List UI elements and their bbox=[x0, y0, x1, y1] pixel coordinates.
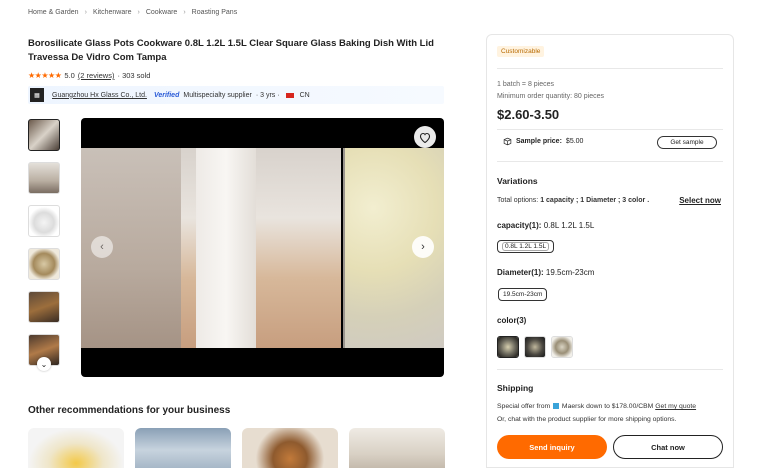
recommendations-row bbox=[28, 428, 445, 468]
china-flag-icon bbox=[285, 92, 294, 98]
heart-icon bbox=[419, 132, 431, 143]
recommendations-title: Other recommendations for your business bbox=[28, 405, 231, 416]
chevron-right-icon: › bbox=[421, 241, 425, 253]
product-title: Borosilicate Glass Pots Cookware 0.8L 1.… bbox=[28, 38, 434, 63]
rating-row: ★★★★★ 5.0 (2 reviews) · 303 sold bbox=[28, 71, 150, 80]
rating-value: 5.0 bbox=[64, 71, 75, 80]
divider bbox=[497, 369, 723, 370]
reviews-link[interactable]: (2 reviews) bbox=[78, 71, 115, 80]
divider bbox=[497, 68, 723, 69]
diameter-value: 19.5cm-23cm bbox=[545, 268, 595, 277]
total-options-label: Total options: bbox=[497, 197, 539, 204]
divider bbox=[497, 129, 723, 130]
capacity-value: 0.8L 1.2L 1.5L bbox=[543, 221, 595, 230]
divider bbox=[497, 161, 723, 162]
select-now-link[interactable]: Select now bbox=[679, 196, 721, 205]
diameter-option[interactable]: 19.5cm-23cm bbox=[498, 288, 548, 301]
variations-title: Variations bbox=[497, 176, 538, 186]
chevron-down-icon[interactable]: ⌄ bbox=[37, 357, 51, 371]
capacity-label: capacity(1): bbox=[497, 221, 542, 230]
shipping-chat-note: Or, chat with the product supplier for m… bbox=[497, 416, 677, 423]
breadcrumb-kitchenware[interactable]: Kitchenware bbox=[93, 9, 132, 16]
thumbnail-strip bbox=[28, 119, 61, 377]
breadcrumb-cookware[interactable]: Cookware bbox=[146, 9, 178, 16]
total-options-value: 1 capacity ; 1 Diameter ; 3 color . bbox=[540, 197, 650, 204]
recommendation-card[interactable] bbox=[135, 428, 231, 468]
min-order-info: Minimum order quantity: 80 pieces bbox=[497, 93, 604, 100]
sample-row: Sample price: $5.00 bbox=[503, 137, 583, 146]
customizable-badge: Customizable bbox=[497, 46, 545, 57]
thumbnail-3[interactable] bbox=[28, 205, 60, 237]
main-product-image: ‹ › bbox=[81, 118, 444, 377]
chevron-right-icon: › bbox=[183, 9, 186, 16]
recommendation-card[interactable] bbox=[242, 428, 338, 468]
maersk-logo-icon bbox=[553, 403, 560, 410]
shipping-offer-text: Special offer from bbox=[497, 403, 551, 410]
diameter-label-row: Diameter(1): 19.5cm-23cm bbox=[497, 268, 594, 277]
supplier-years: · 3 yrs · bbox=[255, 91, 280, 99]
chat-now-button[interactable]: Chat now bbox=[613, 435, 723, 459]
recommendation-card[interactable] bbox=[28, 428, 124, 468]
capacity-label-row: capacity(1): 0.8L 1.2L 1.5L bbox=[497, 221, 594, 230]
batch-info: 1 batch = 8 pieces bbox=[497, 81, 555, 88]
thumbnail-2[interactable] bbox=[28, 162, 60, 194]
next-image-button[interactable]: › bbox=[412, 236, 434, 258]
color-option-3[interactable] bbox=[551, 336, 573, 358]
verified-badge: Verified bbox=[153, 91, 180, 99]
supplier-name[interactable]: Guangzhou Hx Glass Co., Ltd. bbox=[52, 92, 147, 99]
breadcrumb-home[interactable]: Home & Garden bbox=[28, 9, 79, 16]
chevron-right-icon: › bbox=[137, 9, 140, 16]
color-label-row: color(3) bbox=[497, 316, 526, 325]
capacity-option[interactable]: 0.8L 1.2L 1.5L bbox=[497, 240, 555, 253]
shipping-title: Shipping bbox=[497, 383, 534, 393]
previous-image-button[interactable]: ‹ bbox=[91, 236, 113, 258]
chevron-right-icon: › bbox=[84, 9, 87, 16]
thumbnail-1[interactable] bbox=[28, 119, 60, 151]
color-option-2[interactable] bbox=[524, 336, 546, 358]
thumbnail-4[interactable] bbox=[28, 248, 60, 280]
diameter-option-label: 19.5cm-23cm bbox=[503, 291, 543, 298]
send-inquiry-button[interactable]: Send inquiry bbox=[497, 435, 607, 459]
favorite-button[interactable] bbox=[414, 126, 436, 148]
supplier-country: CN bbox=[299, 91, 310, 99]
sample-price-label: Sample price: bbox=[516, 138, 562, 145]
get-sample-button[interactable]: Get sample bbox=[657, 136, 717, 149]
capacity-option-label: 0.8L 1.2L 1.5L bbox=[502, 242, 550, 251]
supplier-bar: ▦ Guangzhou Hx Glass Co., Ltd. Verified … bbox=[28, 86, 444, 104]
sample-price-value: $5.00 bbox=[565, 138, 584, 145]
price-range: $2.60-3.50 bbox=[497, 107, 560, 122]
product-photo bbox=[81, 148, 444, 348]
purchase-panel: Customizable 1 batch = 8 pieces Minimum … bbox=[486, 34, 734, 468]
diameter-label: Diameter(1): bbox=[497, 268, 544, 277]
star-rating-icon: ★★★★★ bbox=[28, 71, 62, 80]
recommendation-card[interactable] bbox=[349, 428, 445, 468]
breadcrumb: Home & Garden › Kitchenware › Cookware ›… bbox=[28, 9, 237, 16]
supplier-type: Multispecialty supplier bbox=[183, 91, 252, 99]
sold-count: · 303 sold bbox=[117, 71, 151, 80]
color-option-1[interactable] bbox=[497, 336, 519, 358]
color-label: color(3) bbox=[497, 316, 527, 325]
shipping-offer: Special offer from Maersk down to $178.0… bbox=[497, 403, 696, 410]
thumbnail-5[interactable] bbox=[28, 291, 60, 323]
shipping-offer-rate: Maersk down to $178.00/CBM bbox=[561, 403, 654, 410]
supplier-logo[interactable]: ▦ bbox=[30, 88, 44, 102]
package-icon bbox=[503, 137, 512, 146]
get-quote-link[interactable]: Get my quote bbox=[655, 403, 696, 410]
breadcrumb-roasting-pans[interactable]: Roasting Pans bbox=[192, 9, 238, 16]
chevron-left-icon: ‹ bbox=[100, 241, 104, 253]
